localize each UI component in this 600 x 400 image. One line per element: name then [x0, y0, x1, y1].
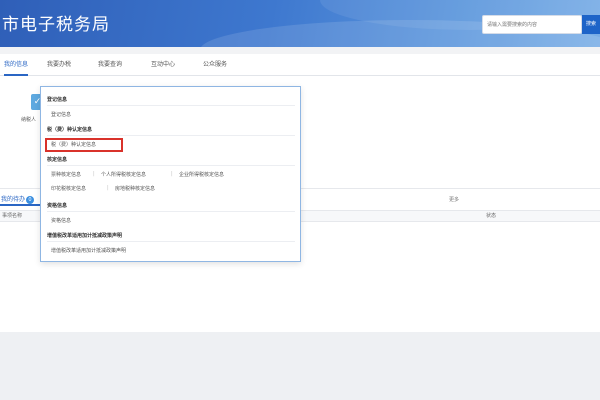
nav-tab-my-info[interactable]: 我的信息 — [4, 54, 29, 76]
dropdown-divider — [47, 165, 295, 166]
tab-my-todo[interactable]: 我的待办 0 — [1, 194, 35, 204]
link-separator: | — [107, 185, 109, 191]
column-header-item-name: 事项名称 — [2, 213, 23, 219]
more-link[interactable]: 更多 — [449, 196, 459, 203]
highlight-box — [45, 138, 123, 152]
dropdown-link-registration-info[interactable]: 登记信息 — [51, 111, 71, 118]
link-separator: | — [171, 171, 173, 177]
dropdown-divider — [47, 135, 295, 136]
todo-count-badge: 0 — [26, 196, 35, 204]
dropdown-link-iit-verification[interactable]: 个人所得税核定信息 — [101, 171, 146, 178]
search-input[interactable] — [482, 15, 582, 34]
todo-tab-label: 我的待办 — [1, 196, 26, 203]
dropdown-link-qualification-info[interactable]: 资格信息 — [51, 217, 71, 224]
nav-tab-public-service[interactable]: 公众服务 — [203, 54, 227, 76]
dropdown-heading-verification: 核定信息 — [47, 157, 68, 163]
main-nav: 我的信息 我要办税 我要查询 互动中心 公众服务 — [0, 54, 600, 76]
nav-tab-query[interactable]: 我要查询 — [98, 54, 122, 76]
page-footer-area — [0, 332, 600, 400]
dropdown-link-stamp-duty-verification[interactable]: 印花税核定信息 — [51, 185, 86, 192]
dropdown-heading-vat-reform: 增值税改革适用加计抵减政策声明 — [47, 233, 123, 239]
dropdown-heading-registration: 登记信息 — [47, 97, 68, 103]
dropdown-heading-qualification: 资格信息 — [47, 203, 68, 209]
dropdown-link-vat-reform-statement[interactable]: 增值税改革适用加计抵减政策声明 — [51, 247, 126, 254]
dropdown-link-cit-verification[interactable]: 企业所得税核定信息 — [179, 171, 224, 178]
column-header-status: 状态 — [486, 213, 497, 219]
taxpayer-info-label[interactable]: 纳税人 — [21, 116, 36, 123]
dropdown-divider — [47, 105, 295, 106]
info-dropdown-menu: 登记信息 登记信息 税（费）种认定信息 税（费）种认定信息 核定信息 票种核定信… — [40, 86, 301, 262]
tab-active-indicator — [0, 204, 40, 206]
dropdown-link-invoice-verification[interactable]: 票种核定信息 — [51, 171, 81, 178]
dropdown-heading-tax-type: 税（费）种认定信息 — [47, 127, 93, 133]
dropdown-divider — [47, 211, 295, 212]
link-separator: | — [93, 171, 95, 177]
dropdown-divider — [47, 241, 295, 242]
search-button[interactable]: 搜索 — [582, 15, 600, 34]
nav-tab-tax-handling[interactable]: 我要办税 — [47, 54, 71, 76]
site-title: 市电子税务局 — [2, 15, 110, 35]
site-header: 市电子税务局 搜索 — [0, 0, 600, 47]
dropdown-link-property-verification[interactable]: 房地税种核定信息 — [115, 185, 155, 192]
nav-tab-interaction[interactable]: 互动中心 — [151, 54, 175, 76]
